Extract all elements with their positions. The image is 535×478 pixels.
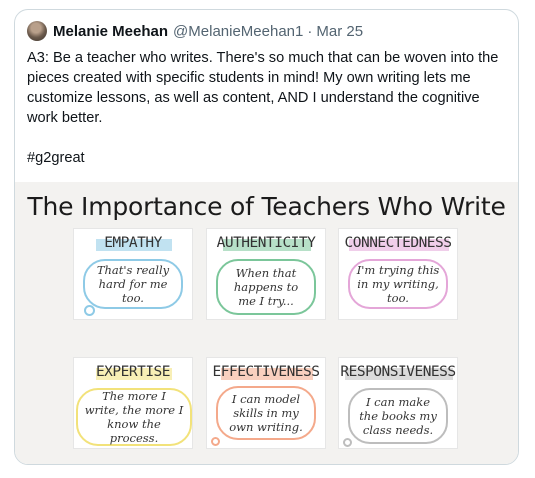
bubble-quote: When that happens to me I try... [233,266,299,308]
panel-effectiveness: EFFECTIVENESS I can model skills in my o… [206,357,326,449]
speech-bubble: When that happens to me I try... [216,259,316,315]
speech-bubble: The more I write, the more I know the pr… [76,388,192,446]
speech-bubble: I can make the books my class needs. [348,388,448,444]
hashtag[interactable]: #g2great [27,148,507,168]
author-name[interactable]: Melanie Meehan [53,23,168,40]
tweet-text: A3: Be a teacher who writes. There's so … [27,48,507,168]
avatar[interactable] [27,21,47,41]
panel-connectedness: CONNECTEDNESS I'm trying this in my writ… [338,228,458,320]
panel-heading: EFFECTIVENESS [212,364,321,380]
bubble-tail-icon [343,438,352,447]
separator-dot: · [307,22,313,40]
bubble-quote: The more I write, the more I know the pr… [84,389,184,445]
panel-empathy: EMPATHY That's really hard for me too. [73,228,193,320]
tweet-card[interactable]: Melanie Meehan @MelanieMeehan1 · Mar 25 … [14,9,519,465]
panel-authenticity: AUTHENTICITY When that happens to me I t… [206,228,326,320]
bubble-quote: I'm trying this in my writing, too. [356,263,440,305]
speech-bubble: I can model skills in my own writing. [216,386,316,440]
tweet-body: A3: Be a teacher who writes. There's so … [27,50,499,126]
bubble-quote: I can make the books my class needs. [359,395,437,437]
panel-responsiveness: RESPONSIVENESS I can make the books my c… [338,357,458,449]
panel-heading: CONNECTEDNESS [344,235,453,251]
panel-expertise: EXPERTISE The more I write, the more I k… [73,357,193,449]
bubble-tail-icon [84,305,95,316]
bubble-quote: That's really hard for me too. [96,263,170,305]
bubble-quote: I can model skills in my own writing. [229,392,303,434]
image-title: The Importance of Teachers Who Write [27,192,506,221]
tweet-date[interactable]: Mar 25 [316,23,363,40]
author-handle[interactable]: @MelanieMeehan1 [173,23,303,40]
tweet-header: Melanie Meehan @MelanieMeehan1 · Mar 25 [27,21,363,41]
panel-heading: RESPONSIVENESS [340,364,456,380]
speech-bubble: I'm trying this in my writing, too. [348,259,448,309]
panel-heading: EXPERTISE [95,364,171,380]
bubble-tail-icon [211,437,220,446]
tweet-image[interactable]: The Importance of Teachers Who Write EMP… [15,182,518,464]
panel-heading: EMPATHY [104,235,162,251]
speech-bubble: That's really hard for me too. [83,259,183,309]
panel-heading: AUTHENTICITY [216,235,316,251]
